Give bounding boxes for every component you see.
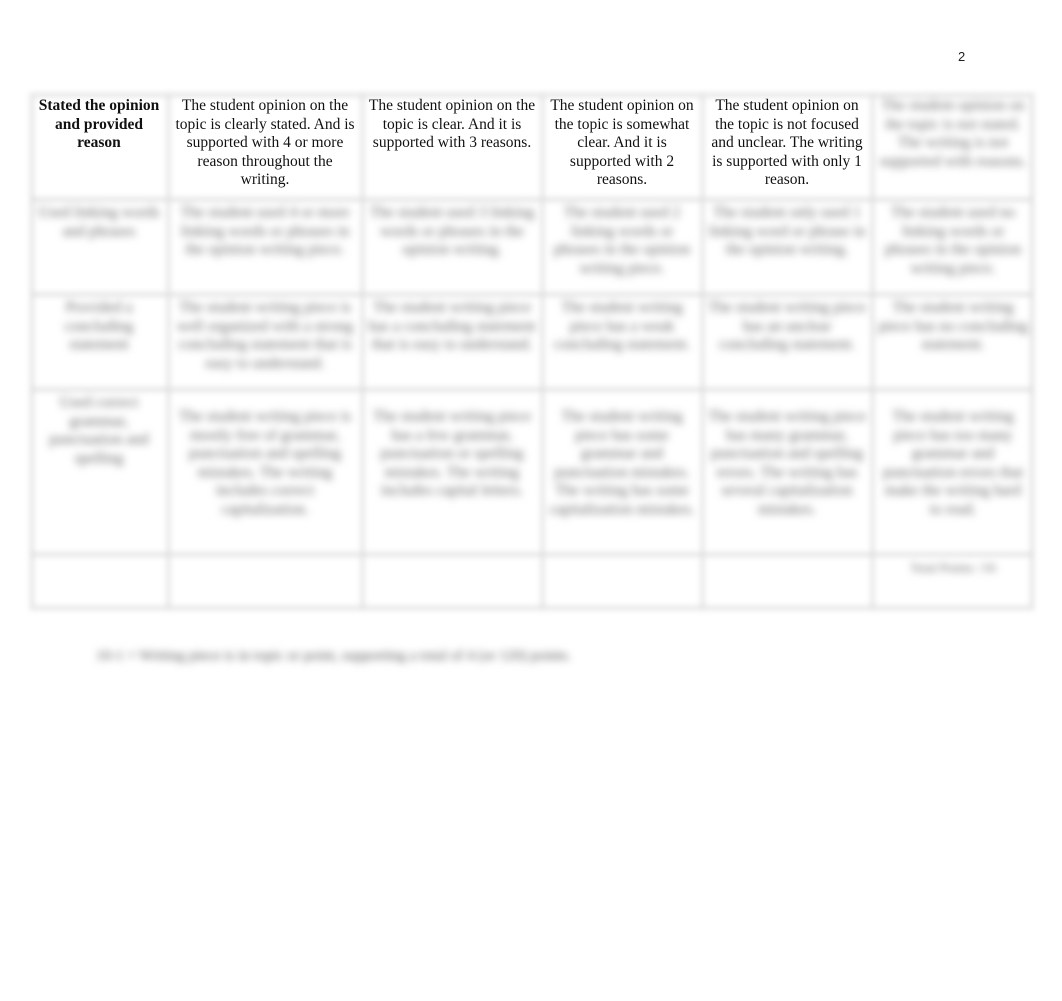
table-row-obscured: Used linking words and phrases The stude… — [30, 200, 1034, 295]
rubric-table: Stated the opinion and provided reason T… — [30, 93, 1034, 610]
level-cell: The student writing piece has too many g… — [882, 408, 1024, 518]
criterion-cell: Stated the opinion and provided reason — [38, 97, 160, 151]
level-cell: The student opinion on the topic is clea… — [175, 97, 355, 188]
page-number: 2 — [958, 49, 966, 64]
level-cell: The student used 3 linking words or phra… — [369, 204, 535, 258]
footnote-obscured: 10-1 = Writing piece is in topic or poin… — [96, 648, 572, 664]
table-row-obscured: Used correct grammar, punctuation and sp… — [30, 390, 1034, 555]
level-cell: The student opinion on the topic is not … — [711, 97, 863, 188]
table-row-obscured: Total Points: /16 — [30, 555, 1034, 610]
level-cell: The student writing piece has many gramm… — [708, 408, 866, 518]
level-cell: The student used no linking words or phr… — [884, 204, 1022, 277]
table-row: Stated the opinion and provided reason T… — [30, 93, 1034, 200]
level-cell: The student writing piece has a few gram… — [373, 408, 531, 499]
level-cell: The student opinion on the topic is clea… — [368, 97, 536, 151]
level-cell: The student writing piece has some gramm… — [549, 408, 695, 518]
level-cell — [362, 555, 542, 610]
level-cell: The student used 2 linking words or phra… — [553, 204, 691, 277]
criterion-cell: Used linking words and phrases — [38, 204, 160, 240]
criterion-cell: Provided a concluding statement — [64, 299, 134, 353]
total-points-cell: Total Points: /16 — [910, 560, 996, 575]
level-cell: The student writing piece has a concludi… — [368, 299, 536, 353]
level-cell: The student writing piece has no conclud… — [878, 299, 1028, 353]
level-cell — [542, 555, 702, 610]
level-cell — [702, 555, 872, 610]
level-cell: The student writing piece has an unclear… — [708, 299, 866, 353]
level-cell: The student used 4 or more linking words… — [180, 204, 350, 258]
level-cell: The student writing piece has a weak con… — [553, 299, 691, 353]
level-cell-obscured: The student opinion on the topic is not … — [879, 97, 1027, 170]
level-cell: The student only used 1 linking word or … — [708, 204, 866, 258]
level-cell: The student opinion on the topic is some… — [550, 97, 694, 188]
criterion-cell — [30, 555, 168, 610]
table-row-obscured: Provided a concluding statement The stud… — [30, 295, 1034, 390]
level-cell — [168, 555, 362, 610]
level-cell: The student writing piece is well organi… — [176, 299, 354, 372]
criterion-cell: Used correct grammar, punctuation and sp… — [49, 394, 149, 467]
level-cell: The student writing piece is mostly free… — [178, 408, 352, 518]
